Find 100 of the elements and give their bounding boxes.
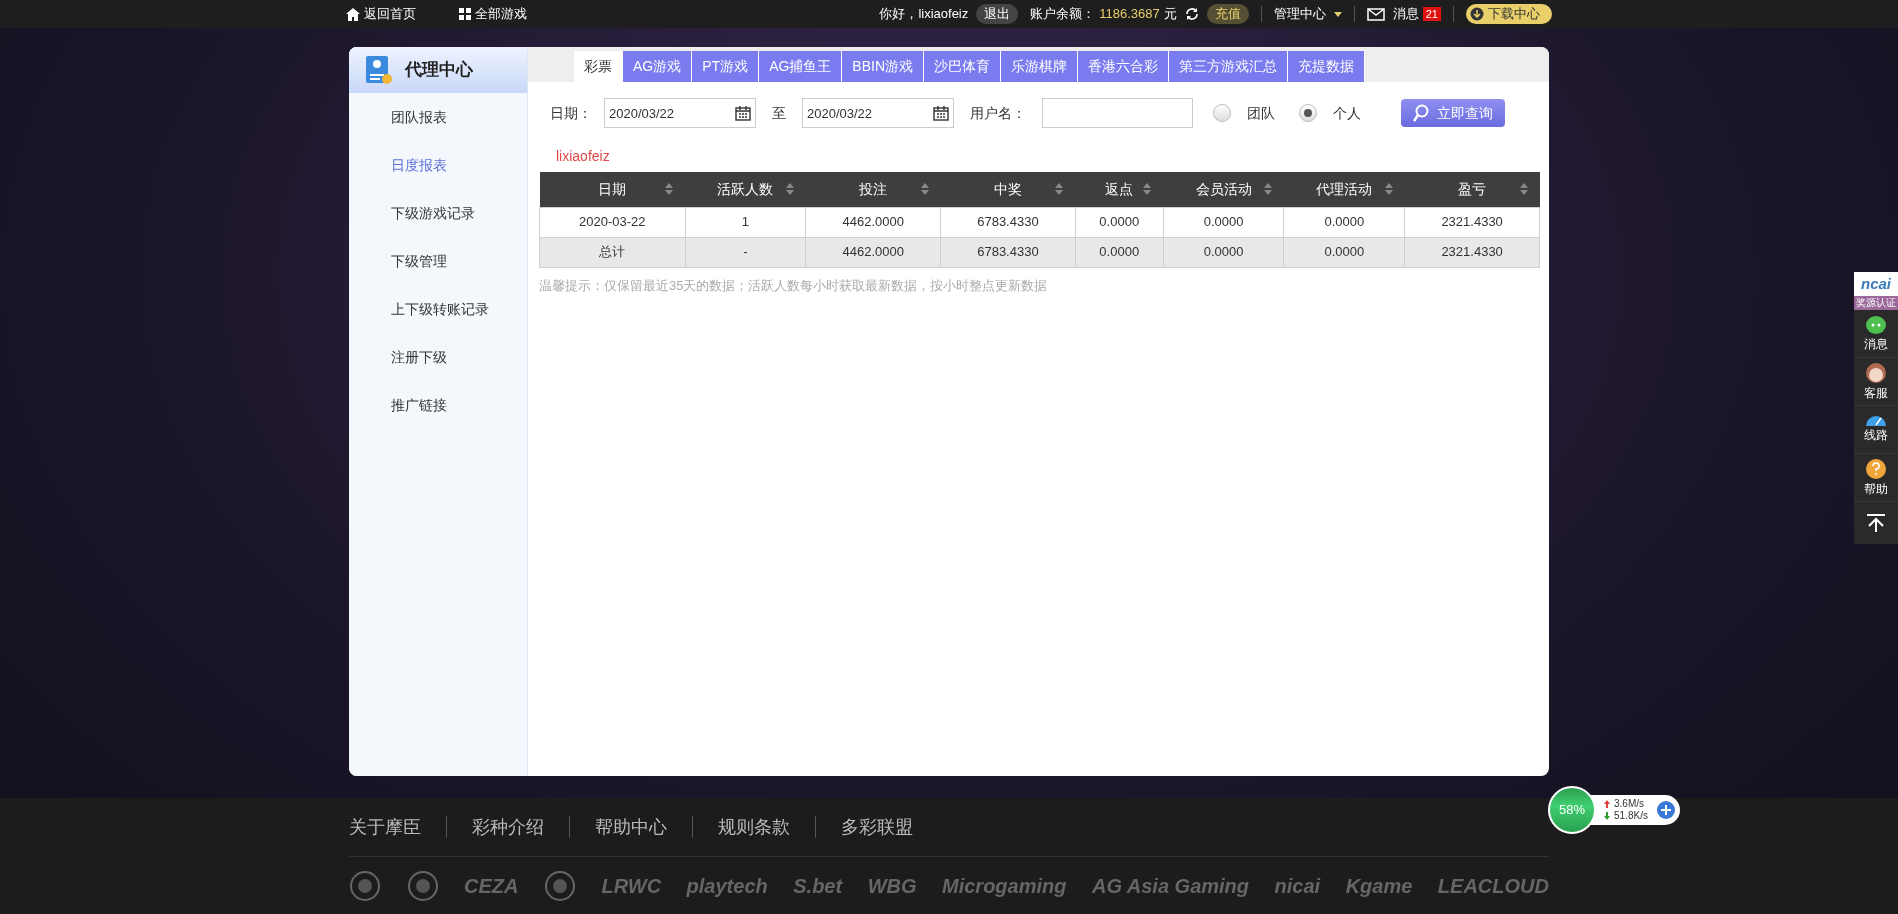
report-tab[interactable]: AG游戏 [623,51,693,82]
footer-link[interactable]: 彩种介绍 [472,813,544,841]
query-button[interactable]: 立即查询 [1401,99,1505,127]
partner-logo: Kgame [1345,873,1413,899]
table-cell: 6783.4330 [940,237,1076,267]
sort-icon[interactable] [665,183,674,195]
agent-card-icon [365,55,393,85]
refresh-icon[interactable] [1184,7,1199,21]
emblem-logo-icon [349,868,381,903]
partner-logo: AG Asia Gaming [1092,873,1250,899]
partner-logo: WBG [867,873,917,899]
table-cell: 0.0000 [1163,237,1284,267]
column-header[interactable]: 日期 [539,172,686,207]
table-cell: 0.0000 [1163,207,1284,237]
sidebar-item[interactable]: 下级游戏记录 [349,189,527,237]
emblem-logo-icon [543,868,576,903]
messages-link[interactable]: 消息 [1392,4,1419,24]
side-tool[interactable]: 帮助 [1854,454,1898,502]
footer-link[interactable]: 规则条款 [718,813,790,841]
partner-logo: LEACLOUD [1437,873,1549,899]
sort-icon[interactable] [1519,183,1528,195]
column-header[interactable]: 中奖 [940,172,1076,207]
footer-link[interactable]: 帮助中心 [595,813,667,841]
side-tool[interactable]: 消息 [1854,310,1898,358]
column-header[interactable]: 返点 [1075,172,1164,207]
sidebar-item[interactable]: 推广链接 [349,381,527,429]
table-cell: 6783.4330 [940,207,1076,237]
person-icon [1865,361,1887,384]
partner-logo: Microgaming [942,873,1067,899]
report-tab[interactable]: 充提数据 [1288,51,1366,82]
down-arrow-icon [1604,812,1610,820]
table-cell: 4462.0000 [805,237,941,267]
sidebar-item[interactable]: 注册下级 [349,333,527,381]
report-tab[interactable]: 彩票 [574,51,623,82]
sort-icon[interactable] [1143,183,1152,195]
caret-icon [1333,11,1342,17]
partner-logo: CEZA [464,873,519,899]
sidebar-item[interactable]: 上下级转账记录 [349,285,527,333]
radio-button[interactable] [1213,104,1231,122]
side-tool[interactable]: 客服 [1854,358,1898,406]
back-to-top-icon[interactable] [1866,514,1886,532]
footer-link[interactable]: 多彩联盟 [841,813,913,841]
chat-icon [1865,314,1887,335]
certification-badge[interactable]: ncai 奖源认证 [1854,272,1898,310]
report-tab[interactable]: PT游戏 [692,51,760,82]
date-to-field[interactable]: 2020/03/22 [802,98,954,128]
report-tab[interactable]: 第三方游戏汇总 [1169,51,1289,82]
side-tool[interactable]: 线路 [1854,406,1898,454]
calendar-icon[interactable] [933,105,949,121]
envelope-icon[interactable] [1366,7,1385,21]
all-games-link[interactable]: 全部游戏 [459,4,527,24]
sort-icon[interactable] [1263,183,1272,195]
report-tab[interactable]: 乐游棋牌 [1001,51,1079,82]
recharge-button[interactable]: 充值 [1206,4,1249,24]
plus-icon[interactable] [1655,800,1676,820]
table-cell: 2020-03-22 [539,207,686,237]
logout-button[interactable]: 退出 [976,4,1019,24]
sort-icon[interactable] [785,183,794,195]
logo-text: ncai [1861,274,1891,294]
table-cell: 总计 [539,237,686,267]
sidebar-item[interactable]: 下级管理 [349,237,527,285]
search-icon [1413,104,1429,122]
partner-logo: LRWC [601,873,662,899]
report-tab[interactable]: 香港六合彩 [1078,51,1170,82]
column-header[interactable]: 投注 [805,172,941,207]
sort-icon[interactable] [920,183,929,195]
column-header[interactable]: 盈亏 [1404,172,1540,207]
table-cell: 0.0000 [1075,237,1164,267]
balance-amount: 1186.3687 [1099,5,1160,24]
table-cell: 1 [685,207,806,237]
partner-logo: playtech [686,873,768,899]
home-icon [346,7,360,21]
report-tab[interactable]: BBIN游戏 [842,51,925,82]
calendar-icon[interactable] [735,105,751,121]
date-from-field[interactable]: 2020/03/22 [604,98,756,128]
username-field[interactable] [1042,98,1193,128]
table-cell: 2321.4330 [1404,237,1540,267]
sort-icon[interactable] [1055,183,1064,195]
report-tab[interactable]: 沙巴体育 [924,51,1002,82]
radio-button[interactable] [1299,104,1317,122]
download-icon [1470,7,1484,21]
home-link[interactable]: 返回首页 [346,4,416,24]
emblem-logo-icon [406,868,439,903]
sort-icon[interactable] [1384,183,1393,195]
manage-menu[interactable]: 管理中心 [1273,4,1342,24]
help-icon [1865,457,1887,480]
tip-text: 温馨提示：仅保留最近35天的数据；活跃人数每小时获取最新数据，按小时整点更新数据 [539,276,1049,295]
footer-link[interactable]: 关于摩臣 [349,813,421,841]
grid-icon [459,8,471,20]
sidebar-title: 代理中心 [405,59,473,82]
table-cell: 4462.0000 [805,207,941,237]
sidebar-item[interactable]: 团队报表 [349,93,527,141]
download-button[interactable]: 下载中心 [1466,4,1552,24]
currency-text: 元 [1163,5,1177,24]
column-header[interactable]: 活跃人数 [685,172,806,207]
column-header[interactable]: 代理活动 [1283,172,1405,207]
sidebar-item[interactable]: 日度报表 [349,141,527,189]
column-header[interactable]: 会员活动 [1163,172,1284,207]
report-tab[interactable]: AG捕鱼王 [759,51,843,82]
table-cell: 2321.4330 [1404,207,1540,237]
